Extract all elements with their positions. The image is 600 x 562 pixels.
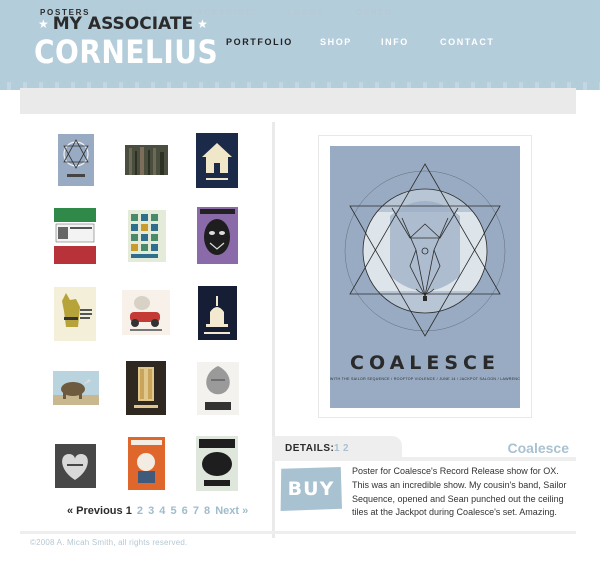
pager-previous[interactable]: « Previous: [67, 505, 123, 517]
poster-thumbnail[interactable]: [58, 134, 94, 186]
poster-thumbnail[interactable]: [54, 287, 96, 341]
pager-page[interactable]: 8: [204, 505, 210, 517]
poster-thumbnail[interactable]: [196, 436, 238, 491]
thumb-artwork: [62, 454, 88, 480]
star-icon: ★: [197, 17, 208, 31]
thumb-artwork: [62, 293, 92, 327]
thumb-artwork: [200, 209, 235, 255]
thumb-artwork: [54, 208, 96, 264]
pager-page[interactable]: 2: [137, 505, 143, 517]
poster-description: Poster for Coalesce's Record Release sho…: [352, 466, 567, 518]
logo-my-associate: MY ASSOCIATE: [52, 14, 194, 34]
poster-thumbnail[interactable]: [126, 361, 166, 415]
thumb-artwork: [205, 366, 231, 410]
copyright: ©2008 A. Micah Smith, all rights reserve…: [30, 538, 188, 547]
footer-divider: [20, 531, 576, 534]
subnav-logos[interactable]: LOGOS: [287, 8, 324, 17]
pager-page[interactable]: 4: [159, 505, 165, 517]
buy-button[interactable]: BUY: [280, 467, 342, 511]
details-label: DETAILS:: [285, 443, 335, 454]
pager-page[interactable]: 5: [170, 505, 176, 517]
pagination: « Previous 1 2 3 4 5 6 7 8 Next »: [67, 505, 248, 517]
details-page-1[interactable]: 1: [334, 443, 340, 454]
pager-next[interactable]: Next »: [215, 505, 248, 517]
thumb-artwork: [125, 145, 168, 175]
column-divider: [272, 122, 275, 538]
poster-title: COALESCE: [350, 352, 500, 374]
thumb-artwork: [131, 214, 158, 258]
thumb-artwork: [134, 367, 158, 408]
pager-current: 1: [125, 505, 132, 517]
poster-thumbnail[interactable]: [198, 286, 237, 340]
details-page-2[interactable]: 2: [343, 443, 349, 454]
nav-info[interactable]: INFO: [381, 37, 440, 47]
star-icon: ★: [38, 17, 49, 31]
poster-thumbnail[interactable]: [197, 362, 239, 415]
logo-top-line[interactable]: ★ MY ASSOCIATE ★: [38, 14, 208, 34]
main-nav: PORTFOLIO SHOP INFO CONTACT: [226, 37, 495, 47]
subnav-other[interactable]: OTHER: [356, 8, 393, 17]
poster-thumbnail[interactable]: [122, 290, 170, 335]
poster-thumbnail[interactable]: [54, 208, 96, 264]
pager-page[interactable]: 6: [182, 505, 188, 517]
category-nav: [20, 88, 576, 114]
subnav-packaging[interactable]: PACKAGING: [190, 8, 254, 17]
subnav-posters[interactable]: POSTERS: [40, 8, 90, 17]
pager-page[interactable]: 7: [193, 505, 199, 517]
poster-thumbnail[interactable]: [128, 210, 166, 262]
thumb-artwork: [131, 440, 162, 483]
logo-cornelius[interactable]: CORNELIUS: [34, 33, 218, 71]
thumb-artwork: [204, 296, 230, 334]
featured-poster-image: COALESCE WITH THE SAILOR SEQUENCE / ROOF…: [330, 146, 520, 408]
poster-thumbnail[interactable]: [55, 444, 96, 488]
poster-thumbnail[interactable]: [128, 437, 165, 490]
poster-credits: WITH THE SAILOR SEQUENCE / ROOFTOP VIOLE…: [330, 377, 520, 381]
thumb-artwork: [202, 143, 232, 180]
thumb-artwork: [130, 296, 162, 331]
details-divider: [272, 457, 576, 461]
thumb-artwork: [53, 379, 99, 405]
thumb-artwork: [199, 439, 235, 486]
poster-thumbnail[interactable]: [196, 133, 238, 188]
pager-page[interactable]: 3: [148, 505, 154, 517]
subnav-shirts[interactable]: SHIRTS: [119, 8, 159, 17]
poster-thumbnail[interactable]: [53, 371, 99, 405]
poster-thumbnail[interactable]: [125, 145, 168, 175]
nav-portfolio[interactable]: PORTFOLIO: [226, 37, 320, 47]
details-title: Coalesce: [507, 440, 569, 456]
nav-shop[interactable]: SHOP: [320, 37, 381, 47]
poster-thumbnail[interactable]: [197, 207, 238, 264]
nav-contact[interactable]: CONTACT: [440, 37, 495, 47]
thumb-artwork: [63, 139, 89, 177]
